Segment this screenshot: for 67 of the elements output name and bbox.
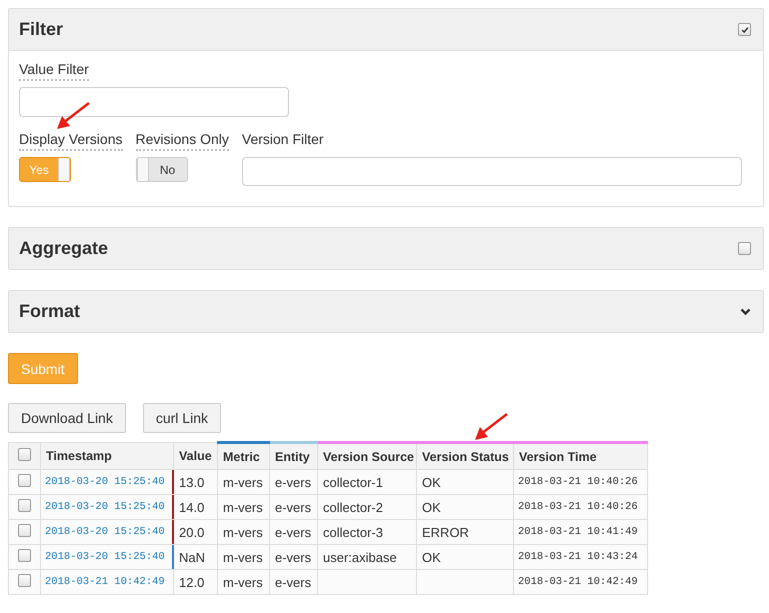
table-cell: m-vers: [218, 570, 270, 594]
table-cell: 2018-03-21 10:43:24: [514, 544, 648, 570]
table-cell: NaN: [174, 544, 218, 570]
table-cell: e-vers: [270, 494, 318, 520]
table-cell: m-vers: [218, 520, 270, 544]
table-cell: 13.0: [174, 470, 218, 494]
table-cell: m-vers: [218, 544, 270, 570]
column-header[interactable]: Value: [174, 442, 218, 470]
checkbox[interactable]: [18, 474, 31, 487]
timestamp-link[interactable]: 2018-03-20 15:25:40: [40, 470, 174, 494]
field-label: Value Filter: [19, 61, 89, 81]
table-cell: 12.0: [174, 570, 218, 594]
table-cell: collector-3: [318, 520, 416, 544]
column-header[interactable]: Metric: [218, 442, 270, 470]
panel-title: Aggregate: [19, 238, 108, 259]
table-cell: m-vers: [218, 494, 270, 520]
timestamp-link[interactable]: 2018-03-20 15:25:40: [40, 520, 174, 544]
chevron-down-icon[interactable]: [740, 308, 751, 316]
panel-title: Format: [19, 301, 80, 322]
table-cell: 2018-03-21 10:40:26: [514, 470, 648, 494]
timestamp-link[interactable]: 2018-03-20 15:25:40: [40, 494, 174, 520]
table-cell: 2018-03-21 10:40:26: [514, 494, 648, 520]
field-label: Display Versions: [19, 131, 122, 151]
panel-header[interactable]: Filter: [9, 9, 763, 50]
checkmark-icon: [740, 26, 748, 34]
field-label: Revisions Only: [136, 131, 229, 151]
column-header[interactable]: Version Time: [514, 442, 648, 470]
panel-title: Filter: [19, 19, 64, 40]
panel-header[interactable]: Aggregate: [9, 228, 763, 269]
column-header[interactable]: Version Source: [318, 442, 416, 470]
table-cell: collector-1: [318, 470, 416, 494]
field-label: Version Filter: [242, 131, 324, 149]
table-cell: OK: [416, 470, 514, 494]
table-cell: OK: [416, 544, 514, 570]
toggle-switch[interactable]: No: [136, 157, 188, 182]
table-cell: OK: [416, 494, 514, 520]
link-button[interactable]: curl Link: [142, 403, 221, 433]
panel-header[interactable]: Format: [9, 291, 763, 332]
checkbox[interactable]: [738, 242, 751, 255]
checkbox[interactable]: [738, 23, 751, 36]
table-cell: e-vers: [270, 570, 318, 594]
checkbox[interactable]: [18, 448, 31, 461]
checkbox[interactable]: [18, 549, 31, 562]
table-cell: e-vers: [270, 520, 318, 544]
table-cell: ERROR: [416, 520, 514, 544]
table-cell: 2018-03-21 10:41:49: [514, 520, 648, 544]
column-header[interactable]: Timestamp: [40, 442, 174, 470]
checkbox[interactable]: [18, 524, 31, 537]
timestamp-link[interactable]: 2018-03-21 10:42:49: [40, 570, 174, 594]
table-cell: collector-2: [318, 494, 416, 520]
table-cell: 2018-03-21 10:42:49: [514, 570, 648, 594]
timestamp-link[interactable]: 2018-03-20 15:25:40: [40, 544, 174, 570]
table-cell: e-vers: [270, 470, 318, 494]
checkbox[interactable]: [18, 574, 31, 587]
table-cell: 20.0: [174, 520, 218, 544]
table-cell: m-vers: [218, 470, 270, 494]
checkbox[interactable]: [18, 499, 31, 512]
input-field[interactable]: [19, 87, 289, 117]
annotation-arrow-icon: [473, 412, 509, 442]
annotation-arrow-icon: [55, 101, 91, 131]
column-header[interactable]: Version Status: [416, 442, 514, 470]
table-cell: 14.0: [174, 494, 218, 520]
table-cell: e-vers: [270, 544, 318, 570]
input-field[interactable]: [242, 157, 742, 186]
table-cell: user:axibase: [318, 544, 416, 570]
column-header[interactable]: Entity: [270, 442, 318, 470]
link-button[interactable]: Download Link: [8, 403, 126, 433]
